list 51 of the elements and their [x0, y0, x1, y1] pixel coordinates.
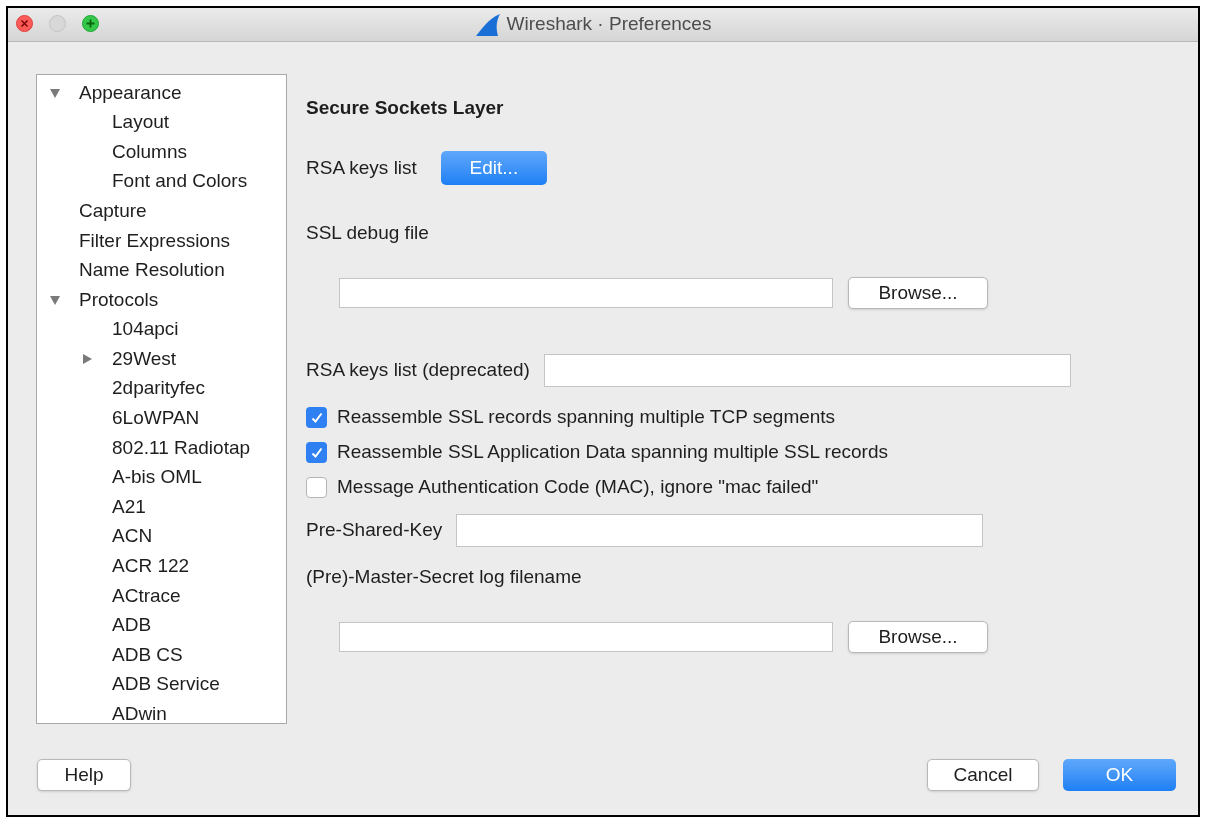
- tree-item[interactable]: Font and Colors: [112, 167, 248, 196]
- checkbox[interactable]: [306, 407, 327, 428]
- tree-item[interactable]: ADwin: [112, 700, 167, 723]
- checkbox[interactable]: [306, 477, 327, 498]
- tree-item[interactable]: ACR 122: [112, 552, 190, 581]
- tree-item[interactable]: Protocols: [79, 285, 159, 315]
- tree-item[interactable]: Layout: [112, 108, 170, 137]
- text-field[interactable]: [543, 354, 1071, 387]
- tree-item[interactable]: 6LoWPAN: [112, 404, 200, 433]
- field-label: Pre-Shared-Key: [306, 518, 443, 543]
- tree-item[interactable]: 104apci: [112, 315, 179, 344]
- tree-item[interactable]: 2dparityfec: [112, 374, 205, 403]
- checkbox-label[interactable]: Message Authentication Code (MAC), ignore "mac failed": [337, 473, 819, 502]
- tree-item[interactable]: ADB CS: [112, 640, 183, 670]
- zoom-icon[interactable]: [82, 15, 99, 32]
- window-title: Wireshark · Preferences: [506, 12, 712, 37]
- tree-item[interactable]: Name Resolution: [79, 256, 225, 285]
- field-label: RSA keys list (deprecated): [306, 358, 530, 383]
- expanded-triangle-icon[interactable]: [49, 87, 61, 99]
- close-icon[interactable]: [16, 15, 33, 32]
- tree-item[interactable]: Capture: [79, 196, 147, 226]
- field-label: SSL debug file: [306, 221, 430, 245]
- tree-item[interactable]: A21: [112, 492, 146, 522]
- browse-button[interactable]: Browse...: [848, 277, 988, 309]
- field-label: RSA keys list: [306, 155, 417, 180]
- text-field[interactable]: [456, 514, 984, 547]
- checkbox-label[interactable]: Reassemble SSL Application Data spanning multiple SSL records: [337, 438, 888, 467]
- help-button[interactable]: Help: [37, 759, 131, 791]
- tree-item[interactable]: ACtrace: [112, 581, 181, 611]
- tree-item[interactable]: Appearance: [79, 78, 182, 108]
- tree-item[interactable]: Filter Expressions: [79, 226, 230, 255]
- section-heading: Secure Sockets Layer: [306, 95, 505, 120]
- checkmark-icon: [309, 410, 324, 425]
- cancel-button[interactable]: Cancel: [927, 759, 1039, 791]
- tree-item[interactable]: ADB: [112, 611, 152, 640]
- checkmark-icon: [309, 445, 324, 460]
- file-path-field[interactable]: [339, 622, 833, 652]
- collapsed-triangle-icon[interactable]: [81, 353, 93, 366]
- expanded-triangle-icon[interactable]: [49, 294, 61, 307]
- file-path-field[interactable]: [339, 278, 833, 308]
- tree-item[interactable]: Columns: [112, 137, 187, 167]
- tree-item[interactable]: 802.11 Radiotap: [112, 433, 251, 463]
- browse-button[interactable]: Browse...: [848, 621, 988, 653]
- field-label: (Pre)-Master-Secret log filename: [306, 565, 583, 589]
- tree-item[interactable]: A-bis OML: [112, 463, 202, 492]
- tree-item[interactable]: ACN: [112, 522, 153, 551]
- checkbox[interactable]: [306, 442, 327, 463]
- tree-item[interactable]: 29West: [112, 344, 177, 374]
- shark-fin-icon: [474, 12, 501, 37]
- tree-item[interactable]: ADB Service: [112, 670, 220, 699]
- checkbox-label[interactable]: Reassemble SSL records spanning multiple TCP segments: [337, 403, 836, 432]
